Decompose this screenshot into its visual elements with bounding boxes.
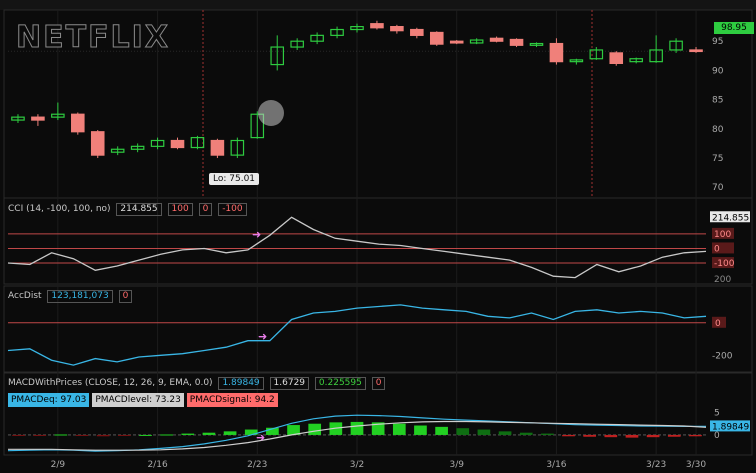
cci-param-oversold: -100 bbox=[218, 203, 247, 216]
price-tick-label: 90 bbox=[712, 66, 724, 76]
macd-histogram-bar bbox=[562, 434, 575, 437]
macd-histogram-bar bbox=[414, 425, 427, 435]
candle-body bbox=[390, 26, 404, 32]
pmacd-level-label: PMACDlevel: 73.23 bbox=[92, 393, 184, 407]
macd-study-name: MACDWithPrices (CLOSE, 12, 26, 9, EMA, 0… bbox=[8, 378, 213, 388]
macd-axis-label: 0 bbox=[714, 431, 720, 441]
macd-histogram-bar bbox=[308, 423, 322, 435]
date-tick-label: 2/9 bbox=[51, 460, 66, 470]
macd-last-label: 1.89849 bbox=[712, 422, 749, 432]
netflix-logo: NETFLIX bbox=[16, 20, 170, 56]
cci-axis-label: -100 bbox=[714, 259, 735, 269]
macd-value-4: 0 bbox=[371, 377, 386, 390]
macd-study-label[interactable]: MACDWithPrices (CLOSE, 12, 26, 9, EMA, 0… bbox=[8, 377, 386, 390]
candle-body bbox=[549, 42, 564, 63]
macd-value-2: 1.6729 bbox=[269, 377, 310, 390]
date-tick-label: 2/16 bbox=[147, 460, 167, 470]
candle-body bbox=[370, 23, 384, 29]
low-price-tooltip: Lo: 75.01 bbox=[209, 173, 260, 185]
accdist-study-label[interactable]: AccDist 123,181,073 0 bbox=[8, 290, 133, 303]
date-tick-label: 3/23 bbox=[646, 460, 666, 470]
cci-study-name: CCI (14, -100, 100, no) bbox=[8, 204, 111, 214]
macd-value-3: 0.225595 bbox=[314, 377, 366, 390]
price-tick-label: 85 bbox=[712, 96, 723, 106]
accdist-arrow-icon: ➜ bbox=[258, 330, 268, 343]
date-tick-label: 3/16 bbox=[546, 460, 566, 470]
macd-histogram-bar bbox=[139, 434, 152, 436]
macd-histogram-bar bbox=[456, 428, 470, 435]
cci-axis-label: 100 bbox=[714, 230, 731, 240]
candle-body bbox=[509, 38, 524, 46]
price-tick-label: 70 bbox=[712, 183, 724, 193]
cci-arrow-icon: ➜ bbox=[252, 228, 262, 241]
candle-body bbox=[429, 31, 444, 45]
macd-histogram-bar bbox=[625, 434, 639, 438]
candle-body bbox=[449, 40, 464, 44]
macd-histogram-bar bbox=[667, 434, 681, 437]
macd-histogram-bar bbox=[689, 434, 702, 437]
cci-value: 214.855 bbox=[116, 203, 162, 216]
candle-body bbox=[31, 116, 45, 121]
candle-body bbox=[71, 113, 85, 133]
price-tick-label: 95 bbox=[712, 37, 723, 47]
candle-body bbox=[210, 139, 225, 156]
macd-histogram-bar bbox=[646, 434, 660, 438]
candle-body bbox=[489, 37, 504, 42]
accdist-study-name: AccDist bbox=[8, 291, 42, 301]
macd-histogram-bar bbox=[350, 421, 364, 435]
pmacd-signal-label: PMACDsignal: 94.2 bbox=[186, 393, 278, 407]
accdist-param: 0 bbox=[118, 290, 133, 303]
macd-histogram-bar bbox=[435, 426, 448, 435]
cci-last-label: 214.855 bbox=[712, 213, 749, 223]
candle-body bbox=[689, 49, 703, 53]
cci-axis-label: 200 bbox=[714, 275, 731, 285]
macd-legend: PMACDeq: 97.03 PMACDlevel: 73.23 PMACDsi… bbox=[8, 393, 278, 407]
accdist-axis-label: -200 bbox=[712, 351, 733, 361]
macd-histogram-bar bbox=[96, 434, 110, 437]
mouse-cursor-indicator bbox=[258, 100, 284, 126]
cci-study-label[interactable]: CCI (14, -100, 100, no) 214.855 100 0 -1… bbox=[8, 203, 247, 216]
macd-arrow-icon: ➜ bbox=[256, 431, 266, 444]
macd-histogram-bar bbox=[498, 431, 512, 435]
cci-param-overbought: 100 bbox=[167, 203, 193, 216]
macd-histogram-bar bbox=[519, 432, 533, 435]
macd-histogram-bar bbox=[477, 429, 491, 435]
macd-histogram-bar bbox=[12, 434, 25, 436]
macd-histogram-bar bbox=[160, 434, 173, 436]
candle-body bbox=[609, 52, 624, 65]
macd-histogram-bar bbox=[392, 423, 406, 435]
cci-axis-label: 0 bbox=[714, 244, 720, 254]
cci-param-zero: 0 bbox=[198, 203, 213, 216]
price-tick-label: 75 bbox=[712, 154, 723, 164]
candle-body bbox=[410, 28, 424, 36]
macd-histogram-bar bbox=[202, 432, 216, 435]
price-tick-label: 80 bbox=[712, 125, 724, 135]
date-tick-label: 3/2 bbox=[350, 460, 364, 470]
macd-histogram-bar bbox=[541, 433, 554, 435]
macd-histogram-bar bbox=[604, 434, 618, 438]
macd-histogram-bar bbox=[54, 434, 68, 436]
macd-histogram-bar bbox=[583, 434, 597, 437]
macd-histogram-bar bbox=[33, 434, 47, 436]
pmacd-eq-label: PMACDeq: 97.03 bbox=[8, 393, 90, 407]
candle-body bbox=[170, 139, 185, 149]
last-price-badge: 98.95 bbox=[714, 22, 754, 34]
accdist-axis-label: 0 bbox=[715, 319, 721, 329]
macd-histogram-bar bbox=[181, 433, 195, 435]
macd-histogram-bar bbox=[75, 434, 89, 436]
date-tick-label: 2/23 bbox=[247, 460, 267, 470]
macd-value-1: 1.89849 bbox=[218, 377, 264, 390]
candle-body bbox=[90, 131, 105, 156]
accdist-value: 123,181,073 bbox=[47, 290, 113, 303]
date-tick-label: 3/9 bbox=[449, 460, 464, 470]
macd-histogram-bar bbox=[117, 434, 131, 436]
macd-axis-label: 5 bbox=[714, 408, 720, 418]
date-tick-label: 3/30 bbox=[686, 460, 706, 470]
macd-histogram-bar bbox=[223, 431, 237, 435]
